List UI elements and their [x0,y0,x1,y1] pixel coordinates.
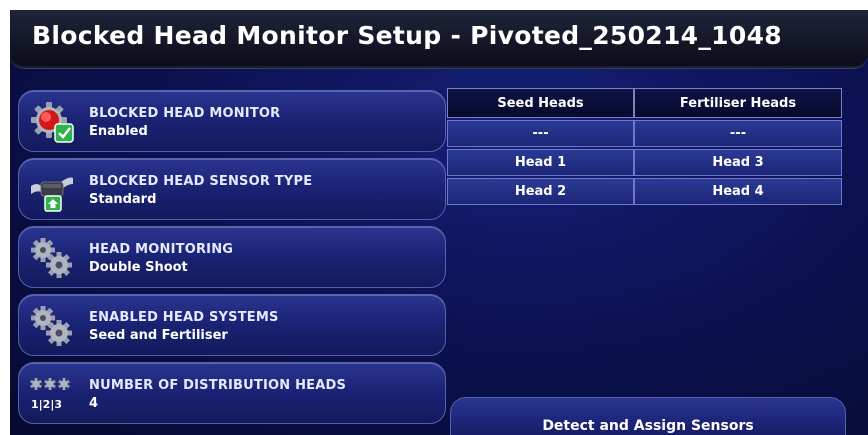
setting-number-of-distribution-heads[interactable]: 1|2|3 NUMBER OF DISTRIBUTION HEADS 4 [18,362,446,424]
sensor-type-icon [31,177,73,212]
setting-label: ENABLED HEAD SYSTEMS [89,310,279,325]
setting-blocked-head-monitor[interactable]: BLOCKED HEAD MONITOR Enabled [18,90,446,152]
gears-icon [31,238,72,278]
distribution-heads-icon: 1|2|3 [30,378,70,411]
gears-icon [31,306,72,346]
setting-blocked-head-sensor-type[interactable]: BLOCKED HEAD SENSOR TYPE Standard [18,158,446,220]
table-cell-fertiliser[interactable]: --- [634,120,842,147]
setting-value: Seed and Fertiliser [89,328,228,343]
setting-label: BLOCKED HEAD SENSOR TYPE [89,174,313,189]
table-cell-fertiliser[interactable]: Head 3 [634,149,842,176]
table-cell-seed[interactable]: Head 1 [447,149,634,176]
column-header-seed-heads: Seed Heads [447,88,634,118]
table-cell-seed[interactable]: Head 2 [447,178,634,205]
blocked-head-monitor-icon [31,102,74,143]
setting-value: Standard [89,192,157,207]
setting-label: BLOCKED HEAD MONITOR [89,106,281,121]
setting-label: NUMBER OF DISTRIBUTION HEADS [89,378,347,393]
setting-head-monitoring[interactable]: HEAD MONITORING Double Shoot [18,226,446,288]
setting-enabled-head-systems[interactable]: ENABLED HEAD SYSTEMS Seed and Fertiliser [18,294,446,356]
setting-value: Double Shoot [89,260,188,275]
table-cell-fertiliser[interactable]: Head 4 [634,178,842,205]
setting-value: Enabled [89,124,148,139]
setting-value: 4 [89,396,99,411]
screen: Blocked Head Monitor Setup - Pivoted_250… [10,10,868,435]
column-header-fertiliser-heads: Fertiliser Heads [634,88,842,118]
detect-and-assign-sensors-button[interactable]: Detect and Assign Sensors [450,397,846,435]
distribution-heads-icon-text: 1|2|3 [31,398,62,411]
page-title: Blocked Head Monitor Setup - Pivoted_250… [32,21,782,50]
title-bar: Blocked Head Monitor Setup - Pivoted_250… [10,10,868,69]
detect-button-label: Detect and Assign Sensors [542,418,754,434]
setting-label: HEAD MONITORING [89,242,234,257]
table-cell-seed[interactable]: --- [447,120,634,147]
